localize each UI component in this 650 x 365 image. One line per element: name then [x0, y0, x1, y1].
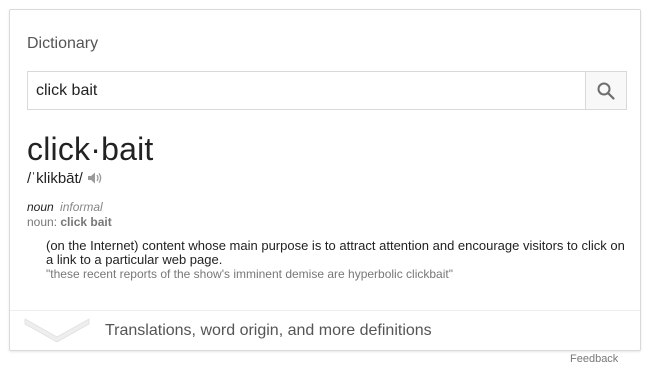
- chevron-down-icon: [24, 318, 90, 342]
- feedback-link[interactable]: Feedback: [570, 353, 618, 365]
- noun-form: click bait: [60, 215, 112, 229]
- pronunciation: /ˈklikbāt/: [27, 169, 83, 187]
- definition-text: (on the Internet) content whose main pur…: [46, 238, 625, 267]
- card-title: Dictionary: [27, 35, 99, 52]
- example-sentence: "these recent reports of the show's immi…: [46, 267, 453, 281]
- pronunciation-row: /ˈklikbāt/: [27, 168, 103, 188]
- register-label: informal: [60, 200, 103, 214]
- definition-block: (on the Internet) content whose main pur…: [46, 238, 631, 282]
- speaker-icon: [87, 172, 102, 184]
- part-of-speech-row: noun informal: [27, 200, 103, 214]
- more-definitions-button[interactable]: Translations, word origin, and more defi…: [10, 311, 640, 351]
- part-of-speech: noun: [27, 200, 54, 214]
- search-icon: [597, 82, 615, 100]
- noun-form-line: noun: click bait: [27, 215, 112, 229]
- pronunciation-audio-button[interactable]: [87, 171, 103, 185]
- search-button[interactable]: [585, 72, 626, 109]
- more-definitions-label: Translations, word origin, and more defi…: [105, 322, 432, 339]
- dictionary-search-box: [27, 71, 627, 110]
- noun-form-prefix: noun:: [27, 215, 61, 229]
- dictionary-search-input[interactable]: [28, 72, 586, 109]
- headword: click·bait: [27, 131, 154, 167]
- dictionary-card: Dictionary click·bait /ˈklikbāt/ noun in…: [9, 9, 641, 351]
